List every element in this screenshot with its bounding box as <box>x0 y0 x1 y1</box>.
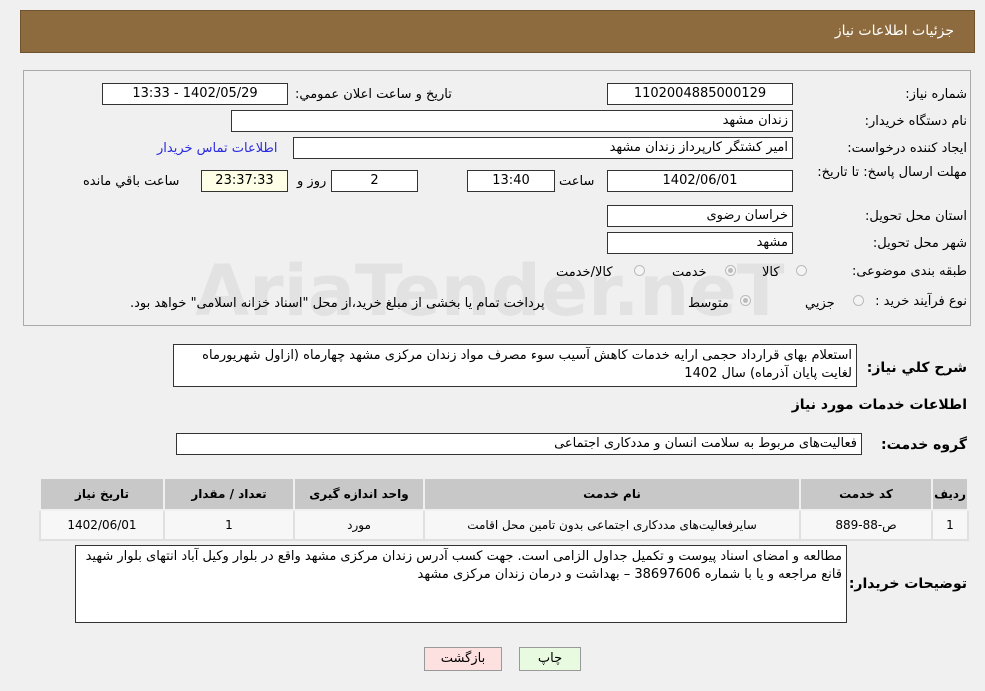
remaining-field: 23:37:33 <box>201 170 288 192</box>
deadline-label: مهلت ارسال پاسخ: تا تاریخ: <box>817 165 967 180</box>
cell-date: 1402/06/01 <box>39 509 165 541</box>
print-button[interactable]: چاپ <box>519 647 581 671</box>
service-group-label: گروه خدمت: <box>881 437 967 453</box>
city-field: مشهد <box>607 232 793 254</box>
announce-field: 1402/05/29 - 13:33 <box>102 83 288 105</box>
notes-field: مطالعه و امضای اسناد پیوست و تکمیل جداول… <box>75 545 847 623</box>
description-label: شرح کلي نیاز: <box>866 360 967 376</box>
cell-row: 1 <box>931 509 969 541</box>
table-row: 1 ص-88-889 سایرفعالیت‌های مددکاری اجتماع… <box>39 509 969 541</box>
days-field: 2 <box>331 170 418 192</box>
process-radio-minor[interactable] <box>853 295 864 306</box>
cell-code: ص-88-889 <box>799 509 933 541</box>
process-option-medium: متوسط <box>688 296 729 311</box>
cell-name: سایرفعالیت‌های مددکاری اجتماعی بدون تامی… <box>423 509 801 541</box>
back-button[interactable]: بازگشت <box>424 647 502 671</box>
notes-label: توضیحات خریدار: <box>848 576 967 592</box>
category-option-service: خدمت <box>672 265 707 280</box>
page-title: جزئیات اطلاعات نیاز <box>834 23 954 39</box>
city-label: شهر محل تحویل: <box>872 236 967 251</box>
services-table: ردیف کد خدمت نام خدمت واحد اندازه گیری ت… <box>39 477 969 541</box>
deadline-date-field: 1402/06/01 <box>607 170 793 192</box>
process-option-minor: جزیي <box>805 296 835 311</box>
buyer-contact-link[interactable]: اطلاعات تماس خریدار <box>157 141 277 156</box>
col-code: کد خدمت <box>799 477 933 511</box>
cell-qty: 1 <box>163 509 295 541</box>
watermark-logo: AriaTender.neT <box>195 250 785 332</box>
category-radio-both[interactable] <box>634 265 645 276</box>
process-label: نوع فرآیند خرید : <box>875 294 967 309</box>
services-title: اطلاعات خدمات مورد نیاز <box>791 397 967 413</box>
page-header: جزئیات اطلاعات نیاز <box>20 10 975 53</box>
category-label: طبقه بندی موضوعی: <box>851 264 967 279</box>
category-option-both: کالا/خدمت <box>556 265 613 280</box>
province-field: خراسان رضوی <box>607 205 793 227</box>
category-radio-service[interactable] <box>725 265 736 276</box>
payment-note: پرداخت تمام یا بخشی از مبلغ خرید،از محل … <box>130 296 545 311</box>
need-number-field: 1102004885000129 <box>607 83 793 105</box>
creator-field: امیر کشتگر کارپرداز زندان مشهد <box>293 137 793 159</box>
col-qty: تعداد / مقدار <box>163 477 295 511</box>
col-row: ردیف <box>931 477 969 511</box>
col-name: نام خدمت <box>423 477 801 511</box>
category-option-goods: کالا <box>762 265 780 280</box>
announce-label: تاریخ و ساعت اعلان عمومي: <box>295 87 452 102</box>
process-radio-medium[interactable] <box>740 295 751 306</box>
col-date: تاریخ نیاز <box>39 477 165 511</box>
remaining-label: ساعت باقي مانده <box>83 174 180 189</box>
service-group-field: فعالیت‌های مربوط به سلامت انسان و مددکار… <box>176 433 862 455</box>
table-header-row: ردیف کد خدمت نام خدمت واحد اندازه گیری ت… <box>39 477 969 511</box>
description-field: استعلام بهای قرارداد حجمی ارایه خدمات کا… <box>173 344 857 387</box>
province-label: استان محل تحویل: <box>865 209 967 224</box>
need-number-label: شماره نیاز: <box>905 87 967 102</box>
cell-unit: مورد <box>293 509 425 541</box>
deadline-time-field: 13:40 <box>467 170 555 192</box>
time-label: ساعت <box>559 174 595 189</box>
days-label: روز و <box>297 174 327 189</box>
category-radio-goods[interactable] <box>796 265 807 276</box>
col-unit: واحد اندازه گیری <box>293 477 425 511</box>
buyer-field: زندان مشهد <box>231 110 793 132</box>
creator-label: ایجاد کننده درخواست: <box>847 141 967 156</box>
buyer-label: نام دستگاه خریدار: <box>864 114 967 129</box>
